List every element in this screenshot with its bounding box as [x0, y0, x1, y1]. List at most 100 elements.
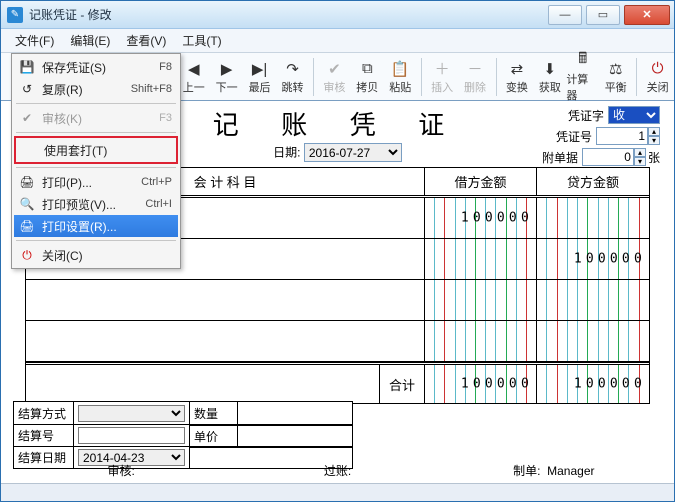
window-title: 记账凭证 - 修改 [29, 6, 112, 23]
tb-calc[interactable]: 🖩计算器 [566, 55, 599, 99]
dm-template-label: 使用套打(T) [44, 142, 170, 159]
voucher-word-select[interactable]: 收 [608, 106, 660, 124]
dm-restore-label: 复原(R) [42, 81, 131, 98]
dm-sep3 [16, 167, 176, 168]
cell-credit[interactable] [537, 198, 649, 238]
grid-row[interactable] [26, 321, 649, 362]
tb-balance-label: 平衡 [605, 79, 627, 95]
voucher-word-label: 凭证字 [559, 107, 604, 124]
tb-jump[interactable]: ↷跳转 [276, 55, 309, 99]
tb-close[interactable]: ⏻关闭 [641, 55, 674, 99]
audit-icon: ✔ [18, 110, 36, 126]
footer-left [26, 365, 380, 403]
cell-credit[interactable] [537, 280, 649, 320]
triangle-right-icon: ▶ [217, 59, 237, 79]
tb-balance[interactable]: ⚖平衡 [599, 55, 632, 99]
menu-tool[interactable]: 工具(T) [174, 30, 229, 51]
balance-icon: ⚖ [606, 59, 626, 79]
total-credit-cell: 100000 [537, 365, 649, 403]
tb-delete-label: 删除 [464, 79, 486, 95]
dm-print-label: 打印(P)... [42, 174, 141, 191]
dm-restore[interactable]: ↺ 复原(R) Shift+F8 [14, 78, 178, 100]
col-credit: 贷方金额 [537, 168, 649, 195]
tb-copy[interactable]: ⧉拷贝 [351, 55, 384, 99]
tb-next[interactable]: ▶下一 [210, 55, 243, 99]
close-window-button[interactable]: ✕ [624, 5, 670, 25]
dm-audit-label: 审核(K) [42, 110, 159, 127]
dm-close[interactable]: ⏻ 关闭(C) [14, 244, 178, 266]
cell-debit[interactable] [425, 321, 537, 361]
dm-template[interactable]: 使用套打(T) [16, 139, 176, 161]
minimize-button[interactable]: — [548, 5, 582, 25]
menubar: 文件(F) 编辑(E) 查看(V) 工具(T) [1, 29, 674, 53]
col-debit: 借方金额 [425, 168, 537, 195]
close-icon: ⏻ [18, 247, 36, 263]
tb-fetch[interactable]: ⬇获取 [533, 55, 566, 99]
tb-insert-label: 插入 [431, 79, 453, 95]
date-select[interactable]: 2016-07-27 [304, 143, 402, 162]
paste-icon: 📋 [390, 59, 410, 79]
dm-sep4 [16, 240, 176, 241]
cell-debit[interactable] [425, 239, 537, 279]
cell-subject[interactable] [26, 321, 425, 361]
total-label: 合计 [380, 365, 425, 403]
menu-edit[interactable]: 编辑(E) [62, 30, 118, 51]
total-credit-val: 100000 [574, 377, 646, 392]
tb-paste[interactable]: 📋粘贴 [384, 55, 417, 99]
dm-save[interactable]: 💾 保存凭证(S) F8 [14, 56, 178, 78]
voucher-no-label: 凭证号 [547, 128, 592, 145]
settle-no-input[interactable] [78, 427, 185, 444]
tb-close-label: 关闭 [647, 79, 669, 95]
tb-fetch-label: 获取 [539, 79, 561, 95]
dm-preview-sc: Ctrl+I [145, 198, 172, 210]
tb-delete: －删除 [459, 55, 492, 99]
tb-convert[interactable]: ⇄变换 [500, 55, 533, 99]
settlement-panel: 结算方式 数量 结算号 单价 结算日期 2014-04-23 [13, 401, 353, 469]
settle-method-select[interactable] [78, 405, 185, 422]
tb-convert-label: 变换 [506, 79, 528, 95]
statusbar [1, 483, 674, 501]
cell-credit[interactable] [537, 321, 649, 361]
tb-last-label: 最后 [249, 79, 271, 95]
tb-next-label: 下一 [216, 79, 238, 95]
doc-title: 记 账 凭 证 [213, 101, 463, 142]
cell-debit[interactable]: 100000 [425, 198, 537, 238]
cell-subject[interactable] [26, 280, 425, 320]
dm-sep1 [16, 103, 176, 104]
stamp-icon: ✔ [324, 59, 344, 79]
menu-view[interactable]: 查看(V) [118, 30, 174, 51]
tb-calc-label: 计算器 [566, 71, 599, 103]
maximize-button[interactable]: ▭ [586, 5, 620, 25]
settle-price-label: 单价 [190, 425, 238, 446]
cell-debit[interactable] [425, 280, 537, 320]
menu-file[interactable]: 文件(F) [7, 30, 62, 51]
fetch-icon: ⬇ [540, 59, 560, 79]
save-icon: 💾 [18, 59, 36, 75]
jump-icon: ↷ [282, 59, 302, 79]
delete-icon: － [465, 59, 485, 79]
settle-no-label: 结算号 [14, 425, 74, 446]
dm-restore-sc: Shift+F8 [131, 83, 172, 95]
sign-post: 过账: [324, 464, 351, 478]
end-icon: ▶| [250, 59, 270, 79]
restore-icon: ↺ [18, 81, 36, 97]
copy-icon: ⧉ [357, 59, 377, 79]
app-icon: ✎ [7, 7, 23, 23]
file-dropdown: 💾 保存凭证(S) F8 ↺ 复原(R) Shift+F8 ✔ 审核(K) F3… [11, 53, 181, 269]
blank-icon [20, 142, 38, 158]
tb-prev[interactable]: ◀上一 [177, 55, 210, 99]
tb-audit: ✔审核 [318, 55, 351, 99]
total-debit-val: 100000 [461, 377, 533, 392]
printset-icon: 🖨 [18, 218, 36, 234]
dm-printset[interactable]: 🖨 打印设置(R)... [14, 215, 178, 237]
tb-last[interactable]: ▶|最后 [243, 55, 276, 99]
tb-paste-label: 粘贴 [389, 79, 411, 95]
dm-close-label: 关闭(C) [42, 247, 172, 264]
dm-save-label: 保存凭证(S) [42, 59, 159, 76]
grid-row[interactable] [26, 280, 649, 321]
date-label: 日期: [273, 146, 300, 160]
dm-print[interactable]: 🖨 打印(P)... Ctrl+P [14, 171, 178, 193]
cell-credit[interactable]: 100000 [537, 239, 649, 279]
dm-preview[interactable]: 🔍 打印预览(V)... Ctrl+I [14, 193, 178, 215]
tb-copy-label: 拷贝 [356, 79, 378, 95]
